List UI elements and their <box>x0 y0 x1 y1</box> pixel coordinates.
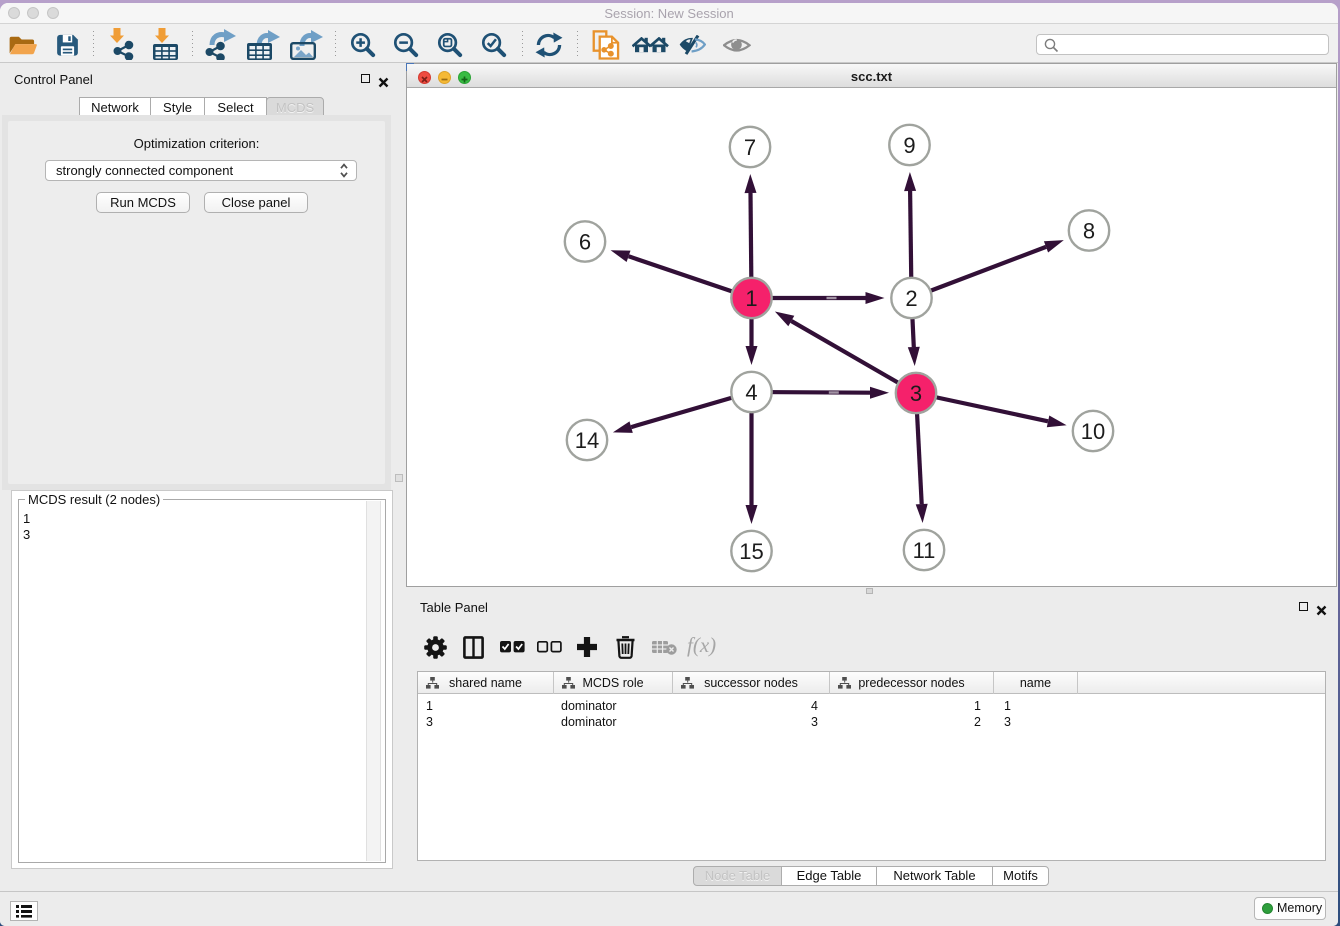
svg-text:4: 4 <box>745 380 757 405</box>
svg-text:10: 10 <box>1081 419 1105 444</box>
svg-text:8: 8 <box>1083 218 1095 243</box>
svg-text:15: 15 <box>739 539 763 564</box>
svg-text:2: 2 <box>905 286 917 311</box>
svg-text:9: 9 <box>903 133 915 158</box>
svg-text:11: 11 <box>913 538 936 563</box>
svg-text:7: 7 <box>744 135 756 160</box>
svg-text:1: 1 <box>745 286 757 311</box>
svg-text:6: 6 <box>579 229 591 254</box>
svg-text:14: 14 <box>575 428 599 453</box>
svg-text:3: 3 <box>910 381 922 406</box>
